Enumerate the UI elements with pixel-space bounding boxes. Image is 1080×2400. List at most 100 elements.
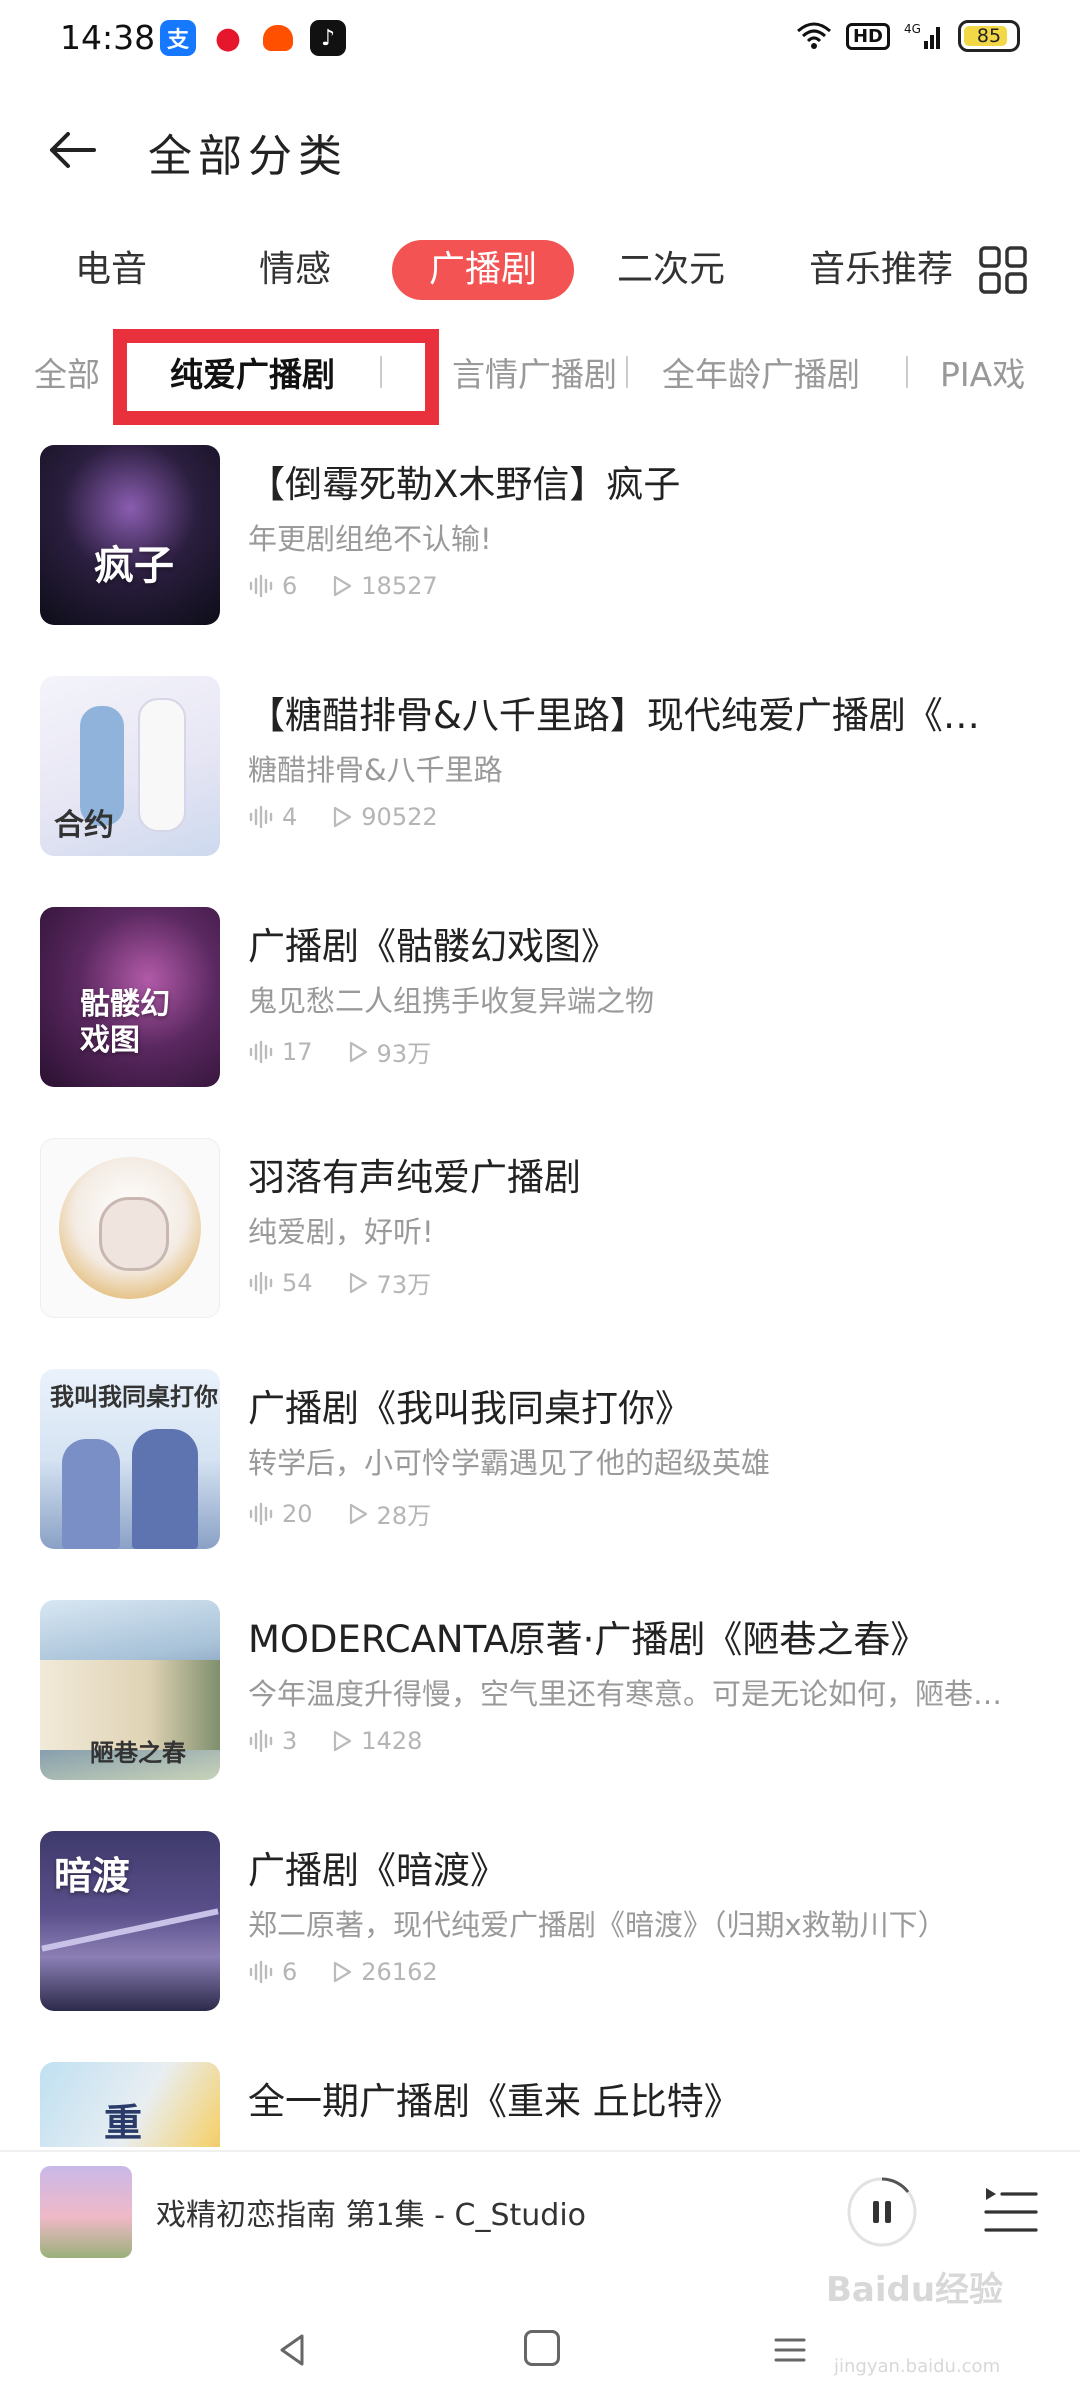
- episode-count: 54: [282, 1268, 313, 1297]
- cover-image: 暗渡: [40, 1831, 220, 2011]
- play-count: 26162: [361, 1958, 438, 1986]
- network-type-label: 4G: [904, 22, 921, 36]
- list-item[interactable]: 重 全一期广播剧《重来 丘比特》: [0, 2057, 1080, 2147]
- tab-music-recommend[interactable]: 音乐推荐: [806, 240, 956, 300]
- tab-radio-drama[interactable]: 广播剧: [392, 240, 574, 300]
- player-cover: [40, 2166, 132, 2258]
- episodes-icon: [249, 1502, 273, 1525]
- battery-icon: 85: [958, 20, 1020, 52]
- nav-back-icon[interactable]: [272, 2330, 312, 2370]
- cover-text: 我叫我同桌打你: [50, 1383, 218, 1411]
- item-title: 羽落有声纯爱广播剧: [248, 1156, 581, 1199]
- signal-icon: 4G: [904, 22, 940, 49]
- item-desc: 糖醋排骨&八千里路: [248, 753, 503, 787]
- cover-figure: [62, 1439, 120, 1549]
- tab-anime[interactable]: 二次元: [606, 240, 736, 300]
- item-title: MODERCANTA原著·广播剧《陋巷之春》: [248, 1618, 928, 1661]
- list-item[interactable]: 暗渡 广播剧《暗渡》 郑二原著，现代纯爱广播剧《暗渡》（归期x救勒川下） 6 2…: [0, 1826, 1080, 2057]
- subtab-romance-radio-drama[interactable]: 言情广播剧: [452, 348, 617, 396]
- item-title: 广播剧《我叫我同桌打你》: [248, 1387, 692, 1430]
- episodes-icon: [249, 1729, 273, 1753]
- tab-electronic[interactable]: 电音: [56, 240, 166, 300]
- status-indicators: HD 4G 85: [796, 20, 1020, 52]
- baidu-watermark-url: jingyan.baidu.com: [834, 2356, 1001, 2377]
- nav-home-icon[interactable]: [524, 2330, 560, 2366]
- item-title: 全一期广播剧《重来 丘比特》: [248, 2080, 741, 2123]
- list-item[interactable]: 羽落有声纯爱广播剧 纯爱剧，好听! 54 73万: [0, 1133, 1080, 1364]
- baidu-watermark: Baidu经验: [826, 2270, 1004, 2310]
- grid-menu-icon[interactable]: [978, 245, 1028, 295]
- back-arrow-icon[interactable]: [44, 122, 100, 178]
- item-desc: 转学后，小可怜学霸遇见了他的超级英雄: [248, 1446, 771, 1480]
- list-item[interactable]: 陋巷之春 MODERCANTA原著·广播剧《陋巷之春》 今年温度升得慢，空气里还…: [0, 1595, 1080, 1826]
- subtab-all[interactable]: 全部: [34, 348, 100, 396]
- play-count-icon: [349, 1041, 367, 1062]
- play-count-icon: [349, 1272, 367, 1293]
- cover-image: [40, 1138, 220, 1318]
- item-title: 【糖醋排骨&八千里路】现代纯爱广播剧《…: [248, 694, 980, 737]
- item-desc: 年更剧组绝不认输!: [248, 522, 492, 556]
- system-nav-bar: [0, 2300, 1080, 2400]
- item-desc: 纯爱剧，好听!: [248, 1215, 434, 1249]
- mini-player[interactable]: 戏精初恋指南 第1集 - C_Studio: [0, 2150, 1080, 2272]
- list-item[interactable]: 疯子 【倒霉死勒X木野信】疯子 年更剧组绝不认输! 6 18527: [0, 440, 1080, 671]
- play-count-icon: [349, 1503, 367, 1524]
- item-desc: 鬼见愁二人组携手收复异端之物: [248, 984, 655, 1018]
- episode-count: 20: [282, 1499, 313, 1528]
- pause-button[interactable]: [846, 2176, 918, 2248]
- play-count-icon: [334, 575, 352, 597]
- cover-image: 合约: [40, 676, 220, 856]
- cover-text: 疯子: [94, 543, 174, 589]
- play-count-icon: [334, 1961, 352, 1983]
- header: 全部分类: [0, 100, 1080, 200]
- item-meta: 6 26162: [248, 1958, 438, 1986]
- battery-level: 85: [976, 25, 1002, 47]
- item-meta: 6 18527: [248, 572, 438, 600]
- cover-figure: [132, 1429, 198, 1549]
- alipay-icon: 支: [160, 20, 196, 56]
- item-title: 广播剧《暗渡》: [248, 1849, 507, 1892]
- cover-text: 陋巷之春: [90, 1739, 186, 1767]
- status-app-icons: 支 ● ♪: [160, 20, 346, 56]
- episode-count: 17: [282, 1037, 313, 1066]
- nav-menu-icon[interactable]: [770, 2330, 810, 2370]
- item-meta: 17 93万: [248, 1034, 431, 1069]
- episodes-icon: [249, 574, 273, 598]
- subtab-all-ages-radio-drama[interactable]: 全年龄广播剧: [662, 348, 860, 396]
- episode-count: 3: [282, 1727, 298, 1755]
- play-count: 28万: [376, 1502, 432, 1530]
- play-count-icon: [334, 1730, 352, 1752]
- list-item[interactable]: 合约 【糖醋排骨&八千里路】现代纯爱广播剧《… 糖醋排骨&八千里路 4 9052…: [0, 671, 1080, 902]
- weibo-icon: ●: [210, 20, 246, 56]
- episodes-icon: [249, 805, 273, 829]
- cover-text: 暗渡: [54, 1854, 131, 1898]
- episodes-icon: [249, 1960, 273, 1984]
- list-item[interactable]: 我叫我同桌打你 广播剧《我叫我同桌打你》 转学后，小可怜学霸遇见了他的超级英雄 …: [0, 1364, 1080, 1595]
- status-time: 14:38: [60, 18, 156, 57]
- taobao-icon: [260, 20, 296, 56]
- cover-bridge: [41, 1908, 219, 1952]
- item-meta: 54 73万: [248, 1265, 431, 1300]
- hd-icon: HD: [845, 22, 890, 50]
- status-bar: 14:38 支 ● ♪ HD 4G 85: [0, 0, 1080, 80]
- list-item[interactable]: 骷髅幻戏图 广播剧《骷髅幻戏图》 鬼见愁二人组携手收复异端之物 17 93万: [0, 902, 1080, 1133]
- cover-image: 我叫我同桌打你: [40, 1369, 220, 1549]
- episode-count: 6: [282, 1958, 298, 1986]
- cover-image: 陋巷之春: [40, 1600, 220, 1780]
- episodes-icon: [249, 1040, 273, 1063]
- page-title: 全部分类: [148, 131, 348, 182]
- item-title: 广播剧《骷髅幻戏图》: [248, 925, 618, 968]
- subtab-highlight-box: [113, 329, 439, 425]
- subtab-divider: [626, 356, 628, 388]
- subtab-divider: [906, 356, 908, 388]
- play-count-icon: [334, 806, 352, 828]
- episode-count: 4: [282, 803, 298, 831]
- play-count: 93万: [376, 1040, 432, 1068]
- tab-emotion[interactable]: 情感: [240, 240, 350, 300]
- player-track-title: 戏精初恋指南 第1集 - C_Studio: [156, 2198, 587, 2233]
- cover-image: 骷髅幻戏图: [40, 907, 220, 1087]
- playlist-icon[interactable]: [982, 2182, 1040, 2240]
- play-count: 1428: [361, 1727, 423, 1755]
- cover-text: 合约: [54, 808, 114, 843]
- subtab-pia[interactable]: PIA戏: [940, 348, 1025, 396]
